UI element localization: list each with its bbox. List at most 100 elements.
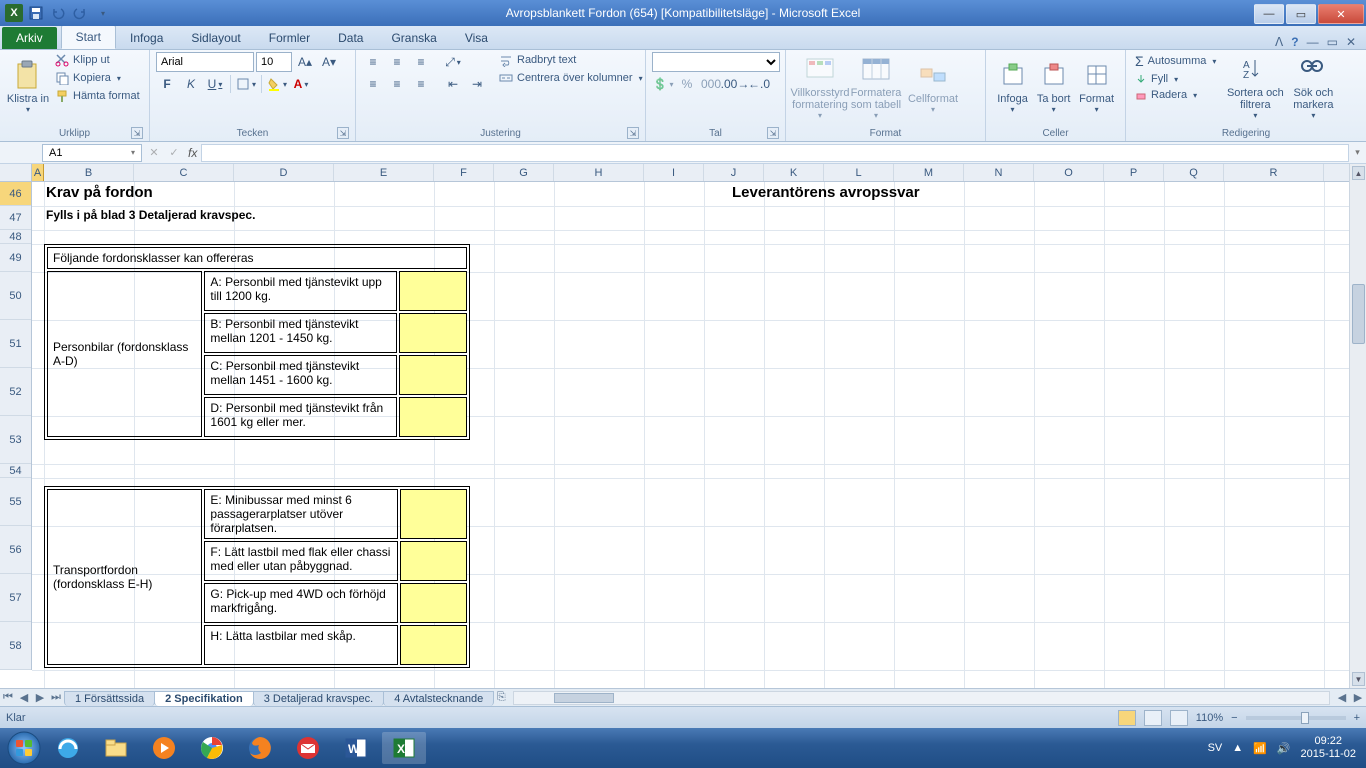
number-format-select[interactable] [652,52,780,72]
font-size-select[interactable] [256,52,292,72]
col-header-M[interactable]: M [894,164,964,181]
col-header-R[interactable]: R [1224,164,1324,181]
col-header-E[interactable]: E [334,164,434,181]
number-launcher[interactable]: ⇲ [767,127,779,139]
sort-filter-button[interactable]: AZSortera och filtrera▾ [1225,52,1285,120]
zoom-slider[interactable] [1246,716,1346,720]
worksheet-grid[interactable]: ABCDEFGHIJKLMNOPQR 464748495051525354555… [0,164,1366,688]
hscroll-left[interactable]: ◀ [1334,691,1350,704]
tray-lang[interactable]: SV [1208,742,1223,754]
zoom-level[interactable]: 110% [1196,712,1223,724]
percent-format-icon[interactable]: % [676,74,698,94]
paste-button[interactable]: Klistra in▾ [6,52,50,120]
format-as-table-button[interactable]: Formatera som tabell▾ [848,52,904,120]
tab-start[interactable]: Start [61,25,116,49]
tab-visa[interactable]: Visa [451,27,502,49]
sheet-tab-4[interactable]: 4 Avtalstecknande [383,691,494,706]
taskbar-media[interactable] [142,732,186,764]
align-center-icon[interactable]: ≡ [386,74,408,94]
row-header-57[interactable]: 57 [0,574,31,622]
vertical-scrollbar[interactable]: ▲ ▼ [1349,164,1366,688]
align-top-icon[interactable]: ≡ [362,52,384,72]
col-header-L[interactable]: L [824,164,894,181]
underline-button[interactable]: U [204,74,226,94]
increase-indent-icon[interactable]: ⇥ [466,74,488,94]
workbook-close-icon[interactable]: ✕ [1346,35,1356,49]
font-name-select[interactable] [156,52,254,72]
copy-button[interactable]: Kopiera [52,70,143,86]
bold-button[interactable]: F [156,74,178,94]
undo-icon[interactable] [48,3,68,23]
clear-button[interactable]: Radera [1132,88,1219,102]
orientation-icon[interactable]: ⤢ [442,52,464,72]
clipboard-launcher[interactable]: ⇲ [131,127,143,139]
row-header-53[interactable]: 53 [0,416,31,464]
zoom-out-icon[interactable]: − [1231,712,1237,724]
conditional-formatting-button[interactable]: Villkorsstyrd formatering▾ [792,52,848,120]
row-header-58[interactable]: 58 [0,622,31,670]
expand-formula-bar[interactable]: ▾ [1349,147,1366,158]
row-header-46[interactable]: 46 [0,182,31,206]
format-painter-button[interactable]: Hämta format [52,88,143,104]
accounting-format-icon[interactable]: 💲 [652,74,674,94]
tab-data[interactable]: Data [324,27,377,49]
row-header-52[interactable]: 52 [0,368,31,416]
taskbar-mail[interactable] [286,732,330,764]
name-box[interactable]: A1▾ [42,144,142,162]
font-launcher[interactable]: ⇲ [337,127,349,139]
merge-center-button[interactable]: Centrera över kolumner [496,70,646,86]
decrease-decimal-icon[interactable]: ←.0 [748,74,770,94]
help-icon[interactable]: ? [1291,35,1298,49]
find-select-button[interactable]: Sök och markera▾ [1285,52,1341,120]
fx-icon[interactable]: fx [188,146,197,160]
autosum-button[interactable]: ΣAutosumma [1132,52,1219,70]
normal-view-icon[interactable] [1118,710,1136,726]
grow-font-icon[interactable]: A▴ [294,52,316,72]
align-right-icon[interactable]: ≡ [410,74,432,94]
italic-button[interactable]: K [180,74,202,94]
tray-show-hidden-icon[interactable]: ▲ [1232,742,1243,754]
taskbar-explorer[interactable] [94,732,138,764]
sheet-tab-3[interactable]: 3 Detaljerad kravspec. [253,691,384,706]
sheet-nav-prev[interactable]: ◀ [16,691,32,704]
format-cells-button[interactable]: Format▾ [1074,52,1119,120]
redo-icon[interactable] [70,3,90,23]
col-header-C[interactable]: C [134,164,234,181]
sheet-nav-next[interactable]: ▶ [32,691,48,704]
sheet-nav-first[interactable]: ⏮ [0,691,16,704]
fill-color-button[interactable] [266,74,288,94]
shrink-font-icon[interactable]: A▾ [318,52,340,72]
maximize-button[interactable]: ▭ [1286,4,1316,24]
row-header-54[interactable]: 54 [0,464,31,478]
col-header-H[interactable]: H [554,164,644,181]
page-break-view-icon[interactable] [1170,710,1188,726]
horizontal-scrollbar[interactable] [513,691,1330,705]
new-sheet-icon[interactable]: ⎘ [493,691,509,704]
col-header-F[interactable]: F [434,164,494,181]
col-header-D[interactable]: D [234,164,334,181]
alignment-launcher[interactable]: ⇲ [627,127,639,139]
border-button[interactable] [235,74,257,94]
col-header-J[interactable]: J [704,164,764,181]
col-header-K[interactable]: K [764,164,824,181]
start-button[interactable] [4,728,44,768]
save-icon[interactable] [26,3,46,23]
tab-infoga[interactable]: Infoga [116,27,177,49]
col-header-G[interactable]: G [494,164,554,181]
decrease-indent-icon[interactable]: ⇤ [442,74,464,94]
row-header-55[interactable]: 55 [0,478,31,526]
wrap-text-button[interactable]: Radbryt text [496,52,646,68]
insert-cells-button[interactable]: Infoga▾ [992,52,1033,120]
tab-formler[interactable]: Formler [255,27,324,49]
taskbar-chrome[interactable] [190,732,234,764]
zoom-in-icon[interactable]: + [1354,712,1360,724]
cell-styles-button[interactable]: Cellformat▾ [904,52,962,120]
sheet-nav-last[interactable]: ⏭ [48,691,64,704]
tab-granska[interactable]: Granska [377,27,450,49]
col-header-A[interactable]: A [32,164,44,181]
tray-clock[interactable]: 09:222015-11-02 [1301,735,1356,761]
taskbar-word[interactable]: W [334,732,378,764]
col-header-Q[interactable]: Q [1164,164,1224,181]
col-header-I[interactable]: I [644,164,704,181]
minimize-button[interactable]: — [1254,4,1284,24]
